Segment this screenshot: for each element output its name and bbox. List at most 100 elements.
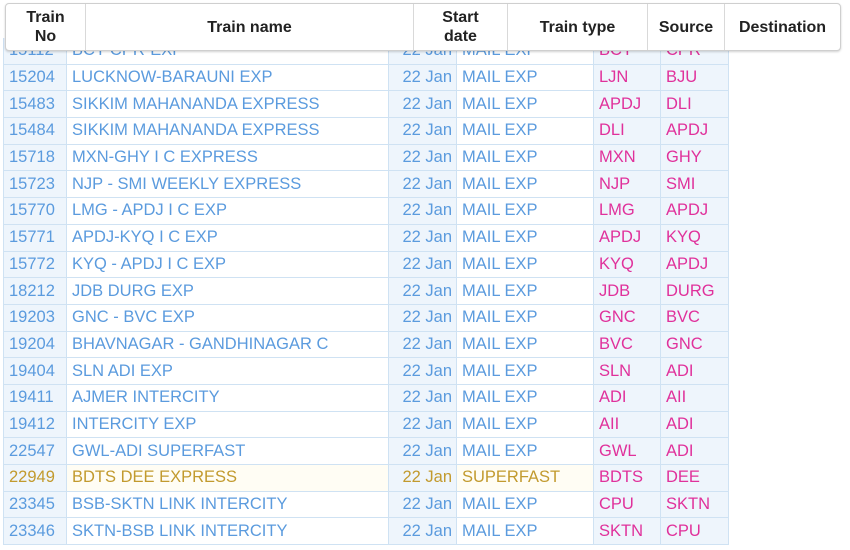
table-row[interactable]: 15770 LMG - APDJ I C EXP 22 Jan MAIL EXP LMG…: [4, 198, 728, 225]
source-cell: AII: [594, 411, 661, 438]
source-cell: NJP: [594, 171, 661, 198]
train-number-cell: 15484: [4, 118, 67, 144]
destination-cell: BVC: [661, 304, 728, 331]
source-cell: LJN: [594, 64, 661, 91]
source-cell: BDTS: [594, 465, 661, 491]
source-cell: LMG: [594, 198, 661, 224]
train-name-cell: SKTN-BSB LINK INTERCITY: [67, 518, 389, 545]
train-type-cell: MAIL EXP: [457, 198, 594, 224]
train-type-cell: MAIL EXP: [457, 64, 594, 91]
source-cell: APDJ: [594, 224, 661, 251]
train-number-cell: 23345: [4, 491, 67, 518]
train-number-cell: 19203: [4, 304, 67, 331]
train-type-cell: MAIL EXP: [457, 304, 594, 331]
table-row[interactable]: 15484 SIKKIM MAHANANDA EXPRESS 22 Jan MAIL …: [4, 118, 728, 145]
train-name-cell: KYQ - APDJ I C EXP: [67, 251, 389, 278]
train-type-cell: MAIL EXP: [457, 411, 594, 438]
source-cell: CPU: [594, 491, 661, 518]
train-number-cell: 15770: [4, 198, 67, 224]
table-row[interactable]: 19203 GNC - BVC EXP 22 Jan MAIL EXP GNC BVC: [4, 304, 728, 332]
train-name-cell: GWL-ADI SUPERFAST: [67, 438, 389, 464]
start-date-cell: 22 Jan: [389, 118, 457, 144]
destination-cell: CPU: [661, 518, 728, 545]
train-name-cell: INTERCITY EXP: [67, 411, 389, 438]
start-date-cell: 22 Jan: [389, 91, 457, 118]
start-date-cell: 22 Jan: [389, 384, 457, 411]
start-date-cell: 22 Jan: [389, 304, 457, 331]
train-type-cell: MAIL EXP: [457, 438, 594, 464]
train-type-cell: MAIL EXP: [457, 358, 594, 384]
source-cell: BVC: [594, 331, 661, 358]
table-row[interactable]: 19404 SLN ADI EXP 22 Jan MAIL EXP SLN ADI: [4, 358, 728, 385]
train-type-cell: MAIL EXP: [457, 224, 594, 251]
start-date-cell: 22 Jan: [389, 491, 457, 518]
destination-cell: ADI: [661, 411, 728, 438]
column-header-start-date[interactable]: Start date: [414, 4, 508, 50]
train-name-cell: LMG - APDJ I C EXP: [67, 198, 389, 224]
table-row[interactable]: 23345 BSB-SKTN LINK INTERCITY 22 Jan MAIL E…: [4, 491, 728, 519]
train-name-cell: APDJ-KYQ I C EXP: [67, 224, 389, 251]
source-cell: APDJ: [594, 91, 661, 118]
table-row[interactable]: 15718 MXN-GHY I C EXPRESS 22 Jan MAIL EXP MX…: [4, 144, 728, 172]
table-row[interactable]: 22547 GWL-ADI SUPERFAST 22 Jan MAIL EXP GWL A…: [4, 438, 728, 465]
source-cell: GNC: [594, 304, 661, 331]
start-date-cell: 22 Jan: [389, 465, 457, 491]
train-number-cell: 19204: [4, 331, 67, 358]
header-start-date-line2: date: [444, 28, 477, 45]
start-date-cell: 22 Jan: [389, 144, 457, 171]
train-name-cell: JDB DURG EXP: [67, 278, 389, 304]
column-header-train-type[interactable]: Train type: [508, 4, 648, 50]
column-header-train-name[interactable]: Train name: [86, 4, 414, 50]
table-row[interactable]: 15772 KYQ - APDJ I C EXP 22 Jan MAIL EXP KYQ…: [4, 251, 728, 279]
train-type-cell: MAIL EXP: [457, 171, 594, 198]
train-name-cell: BHAVNAGAR - GANDHINAGAR C: [67, 331, 389, 358]
destination-cell: APDJ: [661, 198, 728, 224]
table-row[interactable]: 19412 INTERCITY EXP 22 Jan MAIL EXP AII ADI: [4, 411, 728, 439]
table-row[interactable]: 15483 SIKKIM MAHANANDA EXPRESS 22 Jan MAIL …: [4, 91, 728, 119]
train-name-cell: SIKKIM MAHANANDA EXPRESS: [67, 91, 389, 118]
train-type-cell: MAIL EXP: [457, 278, 594, 304]
table-row[interactable]: 15723 NJP - SMI WEEKLY EXPRESS 22 Jan MAIL …: [4, 171, 728, 199]
train-number-cell: 15483: [4, 91, 67, 118]
table-row[interactable]: 23346 SKTN-BSB LINK INTERCITY 22 Jan MAIL E…: [4, 518, 728, 546]
destination-cell: DLI: [661, 91, 728, 118]
table-row[interactable]: 18212 JDB DURG EXP 22 Jan MAIL EXP JDB DURG: [4, 278, 728, 305]
train-number-cell: 18212: [4, 278, 67, 304]
train-number-cell: 22949: [4, 465, 67, 491]
table-row[interactable]: 19411 AJMER INTERCITY 22 Jan MAIL EXP ADI AII: [4, 384, 728, 412]
table-row[interactable]: 19204 BHAVNAGAR - GANDHINAGAR C 22 Jan MAIL…: [4, 331, 728, 359]
source-cell: DLI: [594, 118, 661, 144]
train-name-cell: SIKKIM MAHANANDA EXPRESS: [67, 118, 389, 144]
destination-cell: SMI: [661, 171, 728, 198]
destination-cell: GNC: [661, 331, 728, 358]
source-cell: KYQ: [594, 251, 661, 278]
train-number-cell: 19412: [4, 411, 67, 438]
destination-cell: GHY: [661, 144, 728, 171]
source-cell: SKTN: [594, 518, 661, 545]
column-header-train-no[interactable]: Train No: [6, 4, 86, 50]
start-date-cell: 22 Jan: [389, 198, 457, 224]
table-row[interactable]: 15771 APDJ-KYQ I C EXP 22 Jan MAIL EXP APDJ K…: [4, 224, 728, 252]
destination-cell: ADI: [661, 358, 728, 384]
column-header-destination[interactable]: Destination: [725, 4, 840, 50]
train-name-cell: BSB-SKTN LINK INTERCITY: [67, 491, 389, 518]
column-header-source[interactable]: Source: [648, 4, 725, 50]
train-name-cell: NJP - SMI WEEKLY EXPRESS: [67, 171, 389, 198]
source-cell: JDB: [594, 278, 661, 304]
start-date-cell: 22 Jan: [389, 171, 457, 198]
source-cell: ADI: [594, 384, 661, 411]
destination-cell: DEE: [661, 465, 728, 491]
destination-cell: KYQ: [661, 224, 728, 251]
table-row[interactable]: 15204 LUCKNOW-BARAUNI EXP 22 Jan MAIL EXP LJ…: [4, 64, 728, 92]
destination-cell: APDJ: [661, 118, 728, 144]
table-row[interactable]: 22949 BDTS DEE EXPRESS 22 Jan SUPERFAST BDTS…: [4, 465, 728, 492]
source-cell: GWL: [594, 438, 661, 464]
train-number-cell: 15204: [4, 64, 67, 91]
start-date-cell: 22 Jan: [389, 411, 457, 438]
start-date-cell: 22 Jan: [389, 358, 457, 384]
train-number-cell: 19411: [4, 384, 67, 411]
train-name-cell: AJMER INTERCITY: [67, 384, 389, 411]
train-number-cell: 15772: [4, 251, 67, 278]
train-type-cell: MAIL EXP: [457, 144, 594, 171]
train-type-cell: SUPERFAST: [457, 465, 594, 491]
